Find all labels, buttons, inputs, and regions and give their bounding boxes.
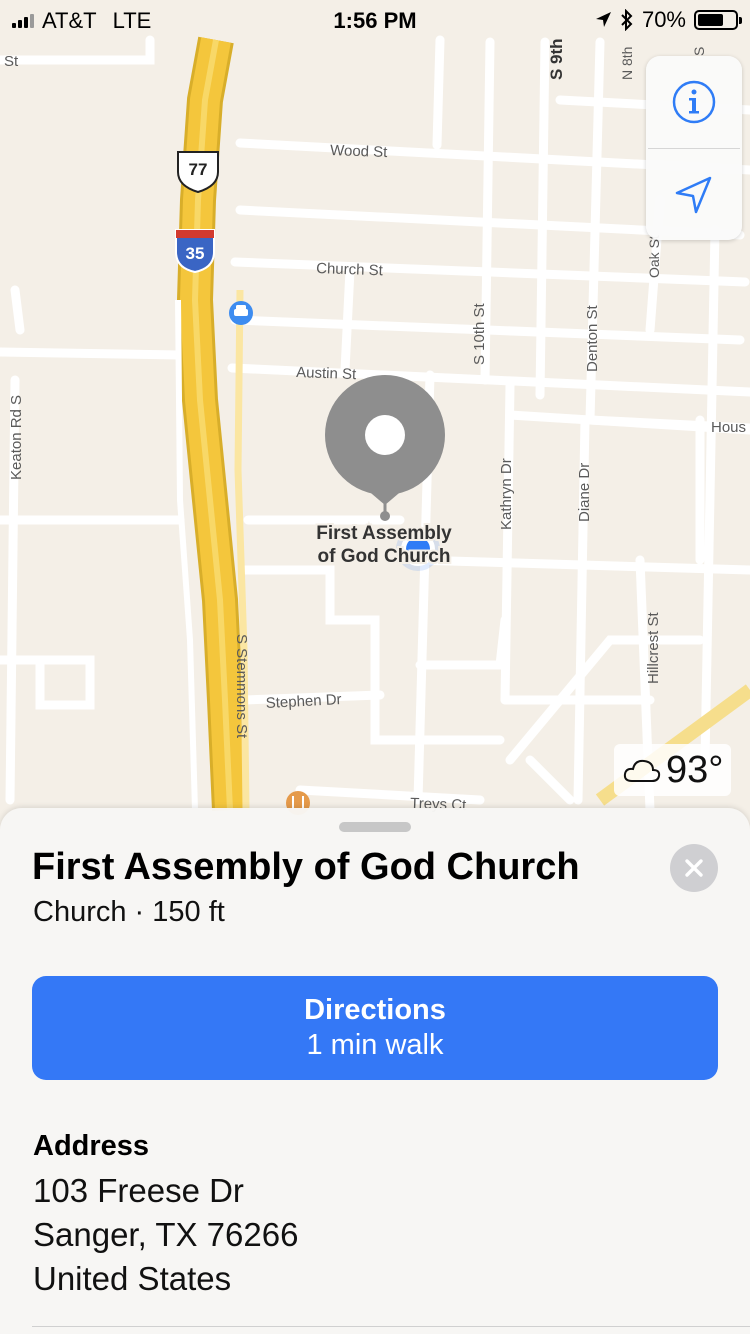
info-icon — [672, 80, 716, 124]
battery-fill — [698, 14, 723, 26]
sheet-grabber[interactable] — [339, 822, 411, 832]
street-label: S Stemmons St — [233, 634, 250, 739]
weather-badge: 93° — [614, 744, 732, 796]
address-heading: Address — [33, 1130, 150, 1162]
info-button[interactable] — [646, 56, 742, 148]
us-77-shield: 77 — [177, 151, 219, 194]
street-label: Wood St — [330, 142, 389, 161]
place-card[interactable]: First Assembly of God Church Church · 15… — [0, 808, 750, 1334]
us-route-number: 77 — [189, 160, 208, 179]
street-label: Hous — [711, 419, 746, 436]
street-label: S 9th — [547, 38, 566, 80]
street-label: S 10th St — [471, 302, 488, 365]
street-label: N 8th — [619, 47, 635, 80]
bluetooth-icon — [621, 9, 633, 31]
track-location-button[interactable] — [646, 149, 742, 241]
temperature: 93° — [666, 748, 724, 791]
street-label: Church St — [316, 260, 384, 279]
directions-label: Directions — [304, 994, 446, 1026]
street-label: Kathryn Dr — [498, 458, 515, 530]
interstate-number: 35 — [186, 244, 205, 263]
street-label: Denton St — [584, 304, 601, 372]
poi-label-line2: of God Church — [318, 546, 451, 567]
status-bar: AT&T LTE 1:56 PM 70% — [0, 0, 750, 40]
street-label: Austin St — [296, 364, 357, 383]
place-title: First Assembly of God Church — [32, 846, 580, 888]
poi-label-line1: First Assembly — [316, 523, 452, 544]
place-subtitle: Church · 150 ft — [33, 896, 225, 928]
close-button[interactable] — [670, 844, 718, 892]
location-arrow-icon — [675, 176, 712, 214]
street-label: Oak St — [646, 235, 662, 278]
address-line-3[interactable]: United States — [33, 1260, 231, 1298]
cloud-icon — [623, 759, 661, 782]
close-icon — [685, 859, 703, 877]
status-right: 70% — [594, 7, 742, 33]
street-label: Hillcrest St — [645, 611, 662, 684]
divider — [32, 1326, 750, 1327]
street-label: Diane Dr — [576, 463, 593, 522]
street-label: St — [4, 53, 19, 70]
directions-button[interactable]: Directions 1 min walk — [32, 976, 718, 1080]
battery-icon — [694, 10, 742, 30]
interstate-35-shield: 35 — [175, 229, 215, 274]
address-line-2[interactable]: Sanger, TX 76266 — [33, 1216, 298, 1254]
location-arrow-icon — [595, 12, 611, 27]
address-line-1[interactable]: 103 Freese Dr — [33, 1172, 244, 1210]
street-label: Keaton Rd S — [8, 395, 25, 480]
directions-detail: 1 min walk — [306, 1029, 444, 1061]
street-label: S — [691, 47, 707, 56]
battery-percent: 70% — [641, 7, 686, 32]
car-service-icon[interactable] — [229, 301, 253, 325]
map-controls — [646, 56, 742, 240]
